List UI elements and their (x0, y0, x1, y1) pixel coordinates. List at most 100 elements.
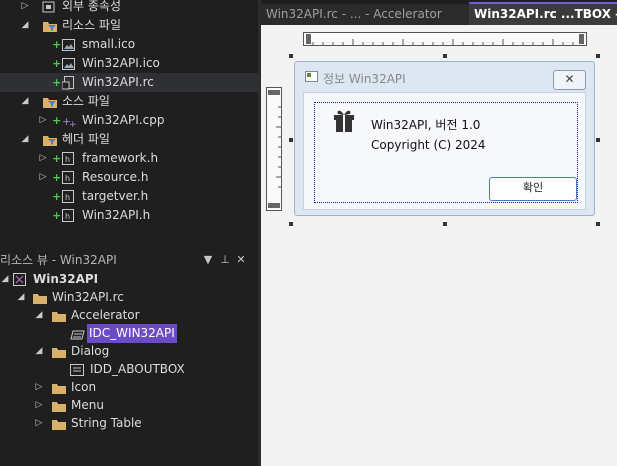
filter-folder-icon (42, 19, 57, 33)
rv-item-idc-win32api[interactable]: IDC_WIN32API (0, 324, 258, 343)
image-file-icon (62, 57, 76, 71)
rv-item-dialog[interactable]: ◢ Dialog (0, 342, 258, 361)
tree-item-label: Win32API.h (82, 208, 151, 222)
expand-arrow-icon[interactable]: ▷ (38, 149, 48, 168)
header-file-icon: h (62, 209, 76, 223)
collapse-arrow-icon[interactable]: ◢ (34, 342, 44, 361)
tree-item-win32api-cpp[interactable]: ▷ + + + Win32API.cpp (0, 111, 258, 130)
pin-icon[interactable]: ⊥ (218, 250, 232, 270)
resize-handle[interactable] (289, 222, 293, 226)
tree-item-label: Win32API.cpp (82, 113, 165, 127)
tree-item-external-deps[interactable]: ▷ 외부 종속성 (0, 0, 258, 16)
collapse-arrow-icon[interactable]: ◢ (20, 16, 30, 35)
resource-file-icon (61, 76, 76, 90)
rv-item-label: Win32API.rc (52, 290, 124, 304)
resource-view-title: 리소스 뷰 - Win32API (0, 253, 117, 267)
resize-handle[interactable] (596, 54, 600, 58)
expand-arrow-icon[interactable]: ▷ (34, 378, 44, 397)
header-file-icon: h (62, 171, 76, 185)
dialog-close-button[interactable]: ✕ (553, 70, 586, 90)
rv-item-label: Menu (71, 398, 104, 412)
solution-explorer-panel: ▷ 외부 종속성 ◢ 리소스 파일 + small.ico + Win32API… (0, 0, 258, 466)
resize-handle[interactable] (596, 138, 600, 142)
resize-handle[interactable] (443, 54, 447, 58)
rv-item-menu[interactable]: ▷ Menu (0, 396, 258, 415)
tree-item-label: 외부 종속성 (62, 0, 122, 13)
vertical-ruler[interactable] (266, 87, 282, 211)
rv-item-label: Win32API (33, 272, 99, 286)
rv-item-icon[interactable]: ▷ Icon (0, 378, 258, 397)
tree-item-win32api-h[interactable]: + h Win32API.h (0, 206, 258, 225)
svg-text:h: h (65, 174, 70, 183)
rv-item-string-table[interactable]: ▷ String Table (0, 414, 258, 433)
header-file-icon: h (62, 152, 76, 166)
tree-item-win32api-ico[interactable]: + Win32API.ico (0, 54, 258, 73)
tree-item-label: 리소스 파일 (62, 18, 122, 32)
header-file-icon: h (62, 190, 76, 204)
rv-item-label: Icon (71, 380, 97, 394)
rv-item-label: String Table (71, 416, 142, 430)
expand-arrow-icon[interactable]: ▷ (20, 0, 30, 16)
resize-handle[interactable] (443, 222, 447, 226)
svg-text:h: h (65, 155, 70, 164)
tree-folder-resource-files[interactable]: ◢ 리소스 파일 (0, 16, 258, 35)
tree-item-label: Win32API.rc (82, 75, 154, 89)
expand-arrow-icon[interactable]: ▷ (38, 111, 48, 130)
tree-item-label: 헤더 파일 (62, 132, 110, 146)
collapse-arrow-icon[interactable]: ◢ (20, 130, 30, 149)
tree-item-resource-h[interactable]: ▷ + h Resource.h (0, 168, 258, 187)
resize-handle[interactable] (289, 138, 293, 142)
about-dialog-preview[interactable]: 정보 Win32API ✕ Win32API, 버전 1.0 Copyright… (294, 61, 595, 216)
added-plus-icon: + (52, 190, 62, 203)
collapse-arrow-icon[interactable]: ◢ (16, 288, 26, 307)
tree-item-label: targetver.h (82, 189, 149, 203)
open-folder-icon (51, 309, 66, 323)
svg-text:h: h (65, 193, 70, 202)
dropdown-arrow-icon[interactable]: ▼ (201, 250, 215, 270)
ok-button[interactable]: 확인 (489, 177, 577, 201)
tree-item-framework-h[interactable]: ▷ + h framework.h (0, 149, 258, 168)
window-icon (305, 71, 319, 86)
tree-item-label: Win32API.ico (82, 56, 160, 70)
cpp-file-icon: + + (62, 114, 77, 130)
dialog-title: 정보 Win32API (323, 72, 406, 86)
rv-item-rc[interactable]: ◢ Win32API.rc (0, 288, 258, 307)
tree-item-label: small.ico (82, 37, 136, 51)
added-plus-icon: + (52, 171, 62, 184)
close-icon[interactable]: ✕ (234, 250, 248, 270)
document-tab-bar: Win32API.rc - ... - Accelerator Win32API… (261, 0, 617, 25)
external-deps-icon (42, 0, 56, 14)
rv-item-project[interactable]: ◢ Win32API (0, 270, 258, 289)
folder-icon (51, 417, 66, 431)
tab-aboutbox-dialog[interactable]: Win32API.rc ...TBOX - Dia (469, 2, 617, 25)
tree-item-targetver-h[interactable]: + h targetver.h (0, 187, 258, 206)
added-plus-icon: + (52, 209, 62, 222)
tree-item-win32api-rc[interactable]: + Win32API.rc (0, 73, 258, 92)
filter-folder-icon (42, 95, 57, 109)
expand-arrow-icon[interactable]: ▷ (34, 414, 44, 433)
tree-item-label: 소스 파일 (62, 94, 110, 108)
added-plus-icon: + (52, 57, 62, 70)
collapse-arrow-icon[interactable]: ◢ (34, 306, 44, 325)
rv-item-accelerator[interactable]: ◢ Accelerator (0, 306, 258, 325)
added-plus-icon: + (52, 114, 62, 127)
collapse-arrow-icon[interactable]: ◢ (0, 270, 10, 289)
folder-icon (51, 381, 66, 395)
tree-item-small-ico[interactable]: + small.ico (0, 35, 258, 54)
rv-item-label: Dialog (71, 344, 110, 358)
resource-view-header: 리소스 뷰 - Win32API ▼ ⊥ ✕ (0, 250, 258, 270)
svg-text:h: h (65, 212, 70, 221)
rv-item-idd-aboutbox[interactable]: IDD_ABOUTBOX (0, 360, 258, 379)
horizontal-ruler[interactable] (303, 32, 587, 46)
tab-accelerator[interactable]: Win32API.rc - ... - Accelerator (261, 4, 471, 25)
image-file-icon (62, 38, 76, 52)
resize-handle[interactable] (289, 54, 293, 58)
collapse-arrow-icon[interactable]: ◢ (20, 92, 30, 111)
folder-icon (51, 399, 66, 413)
expand-arrow-icon[interactable]: ▷ (34, 396, 44, 415)
resize-handle[interactable] (596, 222, 600, 226)
expand-arrow-icon[interactable]: ▷ (38, 168, 48, 187)
tree-folder-source-files[interactable]: ◢ 소스 파일 (0, 92, 258, 111)
accelerator-icon (70, 327, 85, 341)
tree-folder-header-files[interactable]: ◢ 헤더 파일 (0, 130, 258, 149)
